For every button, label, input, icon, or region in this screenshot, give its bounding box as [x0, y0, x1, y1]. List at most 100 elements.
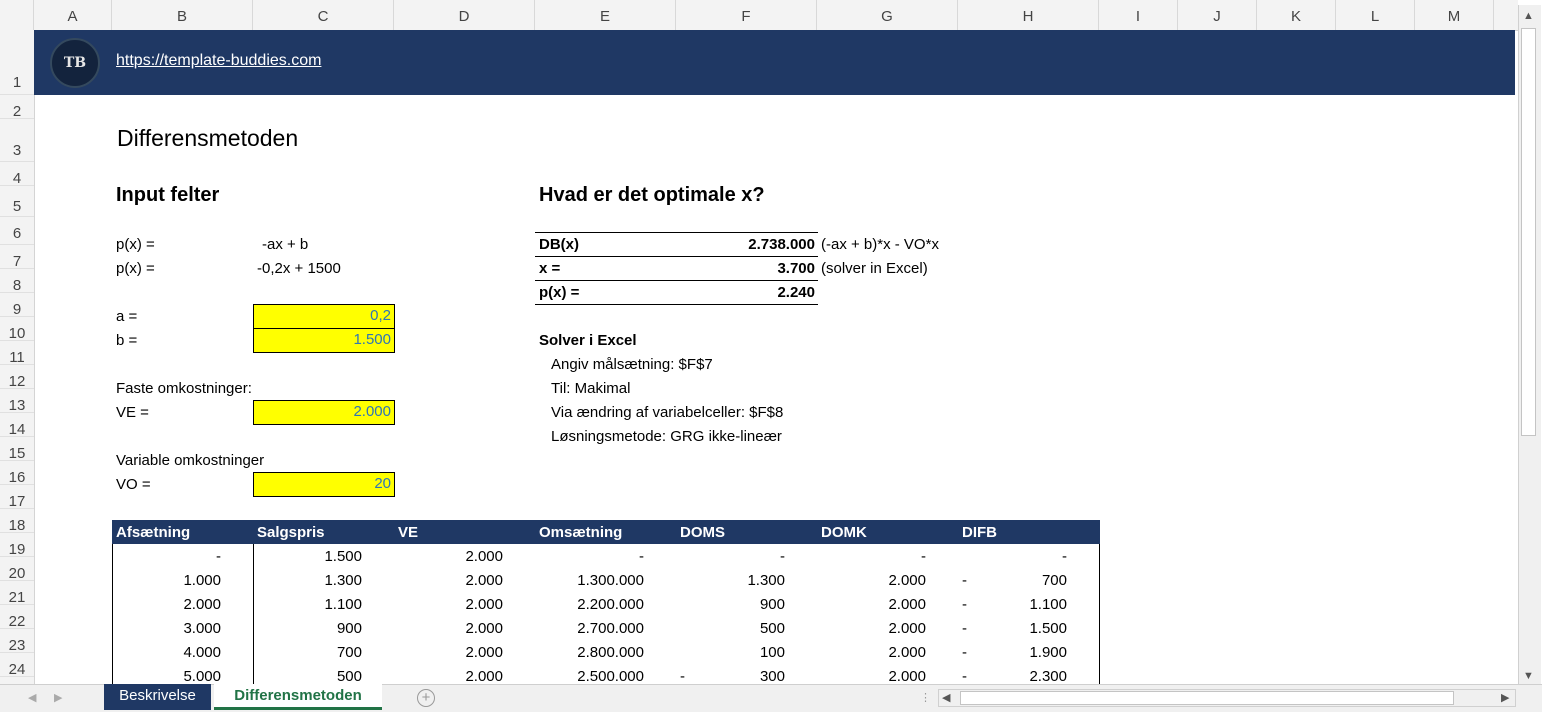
ve-label: VE = [116, 404, 149, 421]
row-header-24[interactable]: 24 [0, 653, 34, 678]
row-header-4[interactable]: 4 [0, 162, 34, 187]
omsaetning-cell[interactable]: - [535, 545, 644, 569]
domk-cell[interactable]: 2.000 [817, 641, 926, 665]
row-header-15[interactable]: 15 [0, 437, 34, 462]
row-header-5[interactable]: 5 [0, 186, 34, 217]
vertical-scroll-thumb[interactable] [1521, 28, 1536, 436]
row-header-1[interactable]: 1 [0, 30, 34, 95]
vo-label: VO = [116, 476, 151, 493]
ve-cell[interactable]: 2.000 [394, 569, 503, 593]
negative-sign: - [962, 620, 967, 637]
afsaetning-cell[interactable]: 4.000 [112, 641, 221, 665]
column-header-f[interactable]: F [676, 0, 817, 30]
vo-input-cell[interactable]: 20 [253, 472, 395, 497]
column-header-a[interactable]: A [34, 0, 112, 30]
row-header-23[interactable]: 23 [0, 629, 34, 654]
column-header-c[interactable]: C [253, 0, 394, 30]
domk-cell[interactable]: 2.000 [817, 617, 926, 641]
doms-cell[interactable]: 500 [676, 617, 785, 641]
add-sheet-icon[interactable]: + [417, 689, 435, 707]
row-header-8[interactable]: 8 [0, 269, 34, 294]
tab-scroll-right-icon[interactable]: ▶ [54, 691, 62, 705]
column-header-d[interactable]: D [394, 0, 535, 30]
row-header-13[interactable]: 13 [0, 389, 34, 414]
column-header-m[interactable]: M [1415, 0, 1494, 30]
row-header-7[interactable]: 7 [0, 245, 34, 270]
column-header-h[interactable]: H [958, 0, 1099, 30]
row-header-21[interactable]: 21 [0, 581, 34, 606]
row-header-17[interactable]: 17 [0, 485, 34, 510]
salgspris-cell[interactable]: 700 [253, 641, 362, 665]
difb-cell[interactable]: 1.100 [958, 593, 1067, 617]
scroll-up-arrow-icon[interactable]: ▲ [1523, 9, 1534, 23]
salgspris-cell[interactable]: 900 [253, 617, 362, 641]
ve-cell[interactable]: 2.000 [394, 641, 503, 665]
doms-cell[interactable]: 100 [676, 641, 785, 665]
afsaetning-cell[interactable]: - [112, 545, 221, 569]
difb-cell[interactable]: 700 [958, 569, 1067, 593]
difb-cell[interactable]: 1.900 [958, 641, 1067, 665]
scroll-left-arrow-icon[interactable]: ◀ [942, 691, 950, 705]
column-header-b[interactable]: B [112, 0, 253, 30]
salgspris-cell[interactable]: 1.300 [253, 569, 362, 593]
scroll-down-arrow-icon[interactable]: ▼ [1523, 669, 1534, 683]
x-label: x = [539, 260, 561, 277]
omsaetning-cell[interactable]: 2.800.000 [535, 641, 644, 665]
doms-cell[interactable]: - [676, 545, 785, 569]
ve-cell[interactable]: 2.000 [394, 617, 503, 641]
row-header-18[interactable]: 18 [0, 509, 34, 534]
salgspris-cell[interactable]: 1.500 [253, 545, 362, 569]
website-link[interactable]: https://template-buddies.com [116, 52, 321, 70]
column-header-i[interactable]: I [1099, 0, 1178, 30]
difb-cell[interactable]: 1.500 [958, 617, 1067, 641]
difb-cell[interactable]: - [958, 545, 1067, 569]
column-header-e[interactable]: E [535, 0, 676, 30]
db-value[interactable]: 2.738.000 [680, 233, 815, 257]
domk-cell[interactable]: - [817, 545, 926, 569]
row-header-11[interactable]: 11 [0, 341, 34, 366]
row-header-6[interactable]: 6 [0, 217, 34, 245]
ve-cell[interactable]: 2.000 [394, 545, 503, 569]
column-header-g[interactable]: G [817, 0, 958, 30]
row-header-16[interactable]: 16 [0, 461, 34, 486]
solver-line-4: Løsningsmetode: GRG ikke-lineær [551, 428, 782, 445]
px-result-value[interactable]: 2.240 [680, 281, 815, 305]
ve-cell[interactable]: 2.000 [394, 593, 503, 617]
a-input-cell[interactable]: 0,2 [253, 304, 395, 329]
row-header-3[interactable]: 3 [0, 119, 34, 162]
row-header-9[interactable]: 9 [0, 293, 34, 318]
column-header-k[interactable]: K [1257, 0, 1336, 30]
domk-cell[interactable]: 2.000 [817, 569, 926, 593]
x-value[interactable]: 3.700 [680, 257, 815, 281]
tab-splitter-handle-icon[interactable]: ⋮ [920, 691, 931, 705]
row-header-2[interactable]: 2 [0, 95, 34, 120]
row-header-10[interactable]: 10 [0, 317, 34, 342]
scroll-right-arrow-icon[interactable]: ▶ [1501, 691, 1509, 705]
px-result-label: p(x) = [539, 284, 580, 301]
select-all-corner[interactable] [0, 0, 34, 30]
horizontal-scroll-thumb[interactable] [960, 691, 1454, 705]
row-header-22[interactable]: 22 [0, 605, 34, 630]
domk-cell[interactable]: 2.000 [817, 593, 926, 617]
ve-input-cell[interactable]: 2.000 [253, 400, 395, 425]
doms-cell[interactable]: 1.300 [676, 569, 785, 593]
row-header-12[interactable]: 12 [0, 365, 34, 390]
column-header-l[interactable]: L [1336, 0, 1415, 30]
afsaetning-cell[interactable]: 3.000 [112, 617, 221, 641]
column-header-j[interactable]: J [1178, 0, 1257, 30]
omsaetning-cell[interactable]: 1.300.000 [535, 569, 644, 593]
tab-beskrivelse[interactable]: Beskrivelse [104, 684, 211, 710]
omsaetning-cell[interactable]: 2.700.000 [535, 617, 644, 641]
omsaetning-cell[interactable]: 2.200.000 [535, 593, 644, 617]
row-header-19[interactable]: 19 [0, 533, 34, 558]
afsaetning-cell[interactable]: 2.000 [112, 593, 221, 617]
row-header-20[interactable]: 20 [0, 557, 34, 582]
tab-differensmetoden[interactable]: Differensmetoden [214, 684, 382, 710]
doms-cell[interactable]: 900 [676, 593, 785, 617]
salgspris-cell[interactable]: 1.100 [253, 593, 362, 617]
row-header-bar: 1 2 3 4 5 6 7 8 9 10 11 12 13 14 15 16 1… [0, 30, 35, 702]
b-input-cell[interactable]: 1.500 [253, 328, 395, 353]
afsaetning-cell[interactable]: 1.000 [112, 569, 221, 593]
row-header-14[interactable]: 14 [0, 413, 34, 438]
tab-scroll-left-icon[interactable]: ◀ [28, 691, 36, 705]
